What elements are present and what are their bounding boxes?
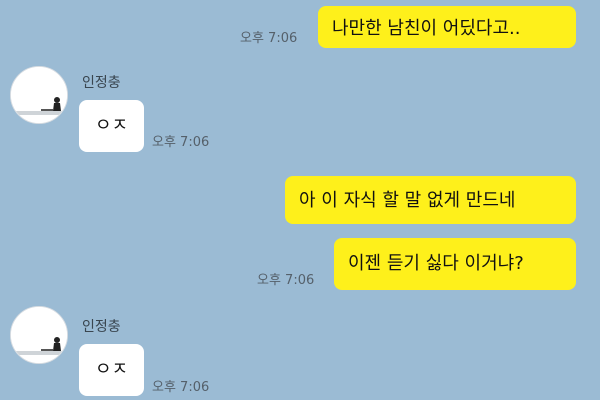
message-time: 오후 7:06 (152, 135, 210, 150)
chat-room: 오후 7:06 나만한 남친이 어딨다고.. 인정충 ㅇㅈ 오후 7:06 아 … (0, 0, 600, 400)
sender-name: 인정충 (82, 75, 121, 91)
my-message-bubble[interactable]: 이젠 듣기 싫다 이거냐? (334, 238, 576, 290)
message-time: 오후 7:06 (152, 380, 210, 395)
profile-photo-icon (11, 67, 67, 123)
my-message-bubble[interactable]: 나만한 남친이 어딨다고.. (318, 6, 576, 48)
message-time: 오후 7:06 (240, 31, 298, 46)
their-message-bubble[interactable]: ㅇㅈ (79, 100, 144, 152)
profile-photo-icon (11, 307, 67, 363)
their-message-bubble[interactable]: ㅇㅈ (79, 344, 144, 396)
sender-name: 인정충 (82, 319, 121, 335)
message-time: 오후 7:06 (257, 273, 315, 288)
contact-avatar[interactable] (10, 306, 68, 364)
my-message-bubble[interactable]: 아 이 자식 할 말 없게 만드네 (285, 176, 576, 224)
contact-avatar[interactable] (10, 66, 68, 124)
